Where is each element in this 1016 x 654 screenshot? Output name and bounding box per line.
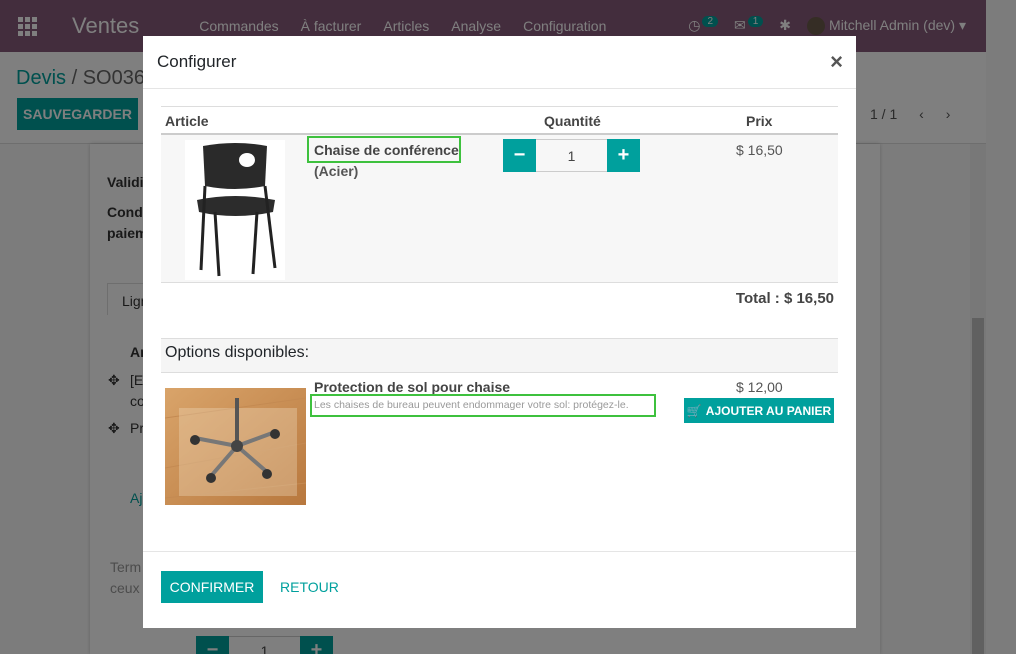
minus-button[interactable]: − — [503, 139, 536, 172]
quantity-stepper: − 1 + — [503, 139, 640, 172]
dialog-header: Configurer × — [143, 36, 856, 89]
product-image — [185, 140, 285, 280]
column-header-price: Prix — [746, 113, 773, 129]
options-title: Options disponibles: — [165, 344, 310, 361]
table-top-border — [161, 106, 838, 107]
option-image — [165, 388, 306, 505]
option-description: Les chaises de bureau peuvent endommager… — [314, 399, 629, 411]
add-to-cart-button[interactable]: 🛒 AJOUTER AU PANIER — [684, 398, 834, 423]
product-price: $ 16,50 — [736, 142, 783, 158]
option-name: Protection de sol pour chaise — [314, 379, 511, 395]
option-price: $ 12,00 — [736, 379, 783, 395]
dialog-title: Configurer — [157, 52, 237, 71]
dialog-footer: CONFIRMER RETOUR — [143, 551, 856, 628]
add-to-cart-label: AJOUTER AU PANIER — [705, 403, 832, 418]
plus-button[interactable]: + — [607, 139, 640, 172]
cart-icon: 🛒 — [686, 403, 702, 418]
confirm-button[interactable]: CONFIRMER — [161, 571, 263, 603]
total-price: Total : $ 16,50 — [735, 290, 834, 307]
product-name: Chaise de conférence — [314, 142, 459, 158]
back-button[interactable]: RETOUR — [280, 579, 339, 595]
configure-dialog: Configurer × Article Quantité Prix Chais… — [143, 36, 856, 628]
quantity-input[interactable]: 1 — [536, 139, 607, 172]
product-variant: (Acier) — [314, 163, 359, 179]
close-icon[interactable]: × — [830, 49, 843, 75]
column-header-quantity: Quantité — [544, 113, 601, 129]
column-header-article: Article — [165, 113, 209, 129]
